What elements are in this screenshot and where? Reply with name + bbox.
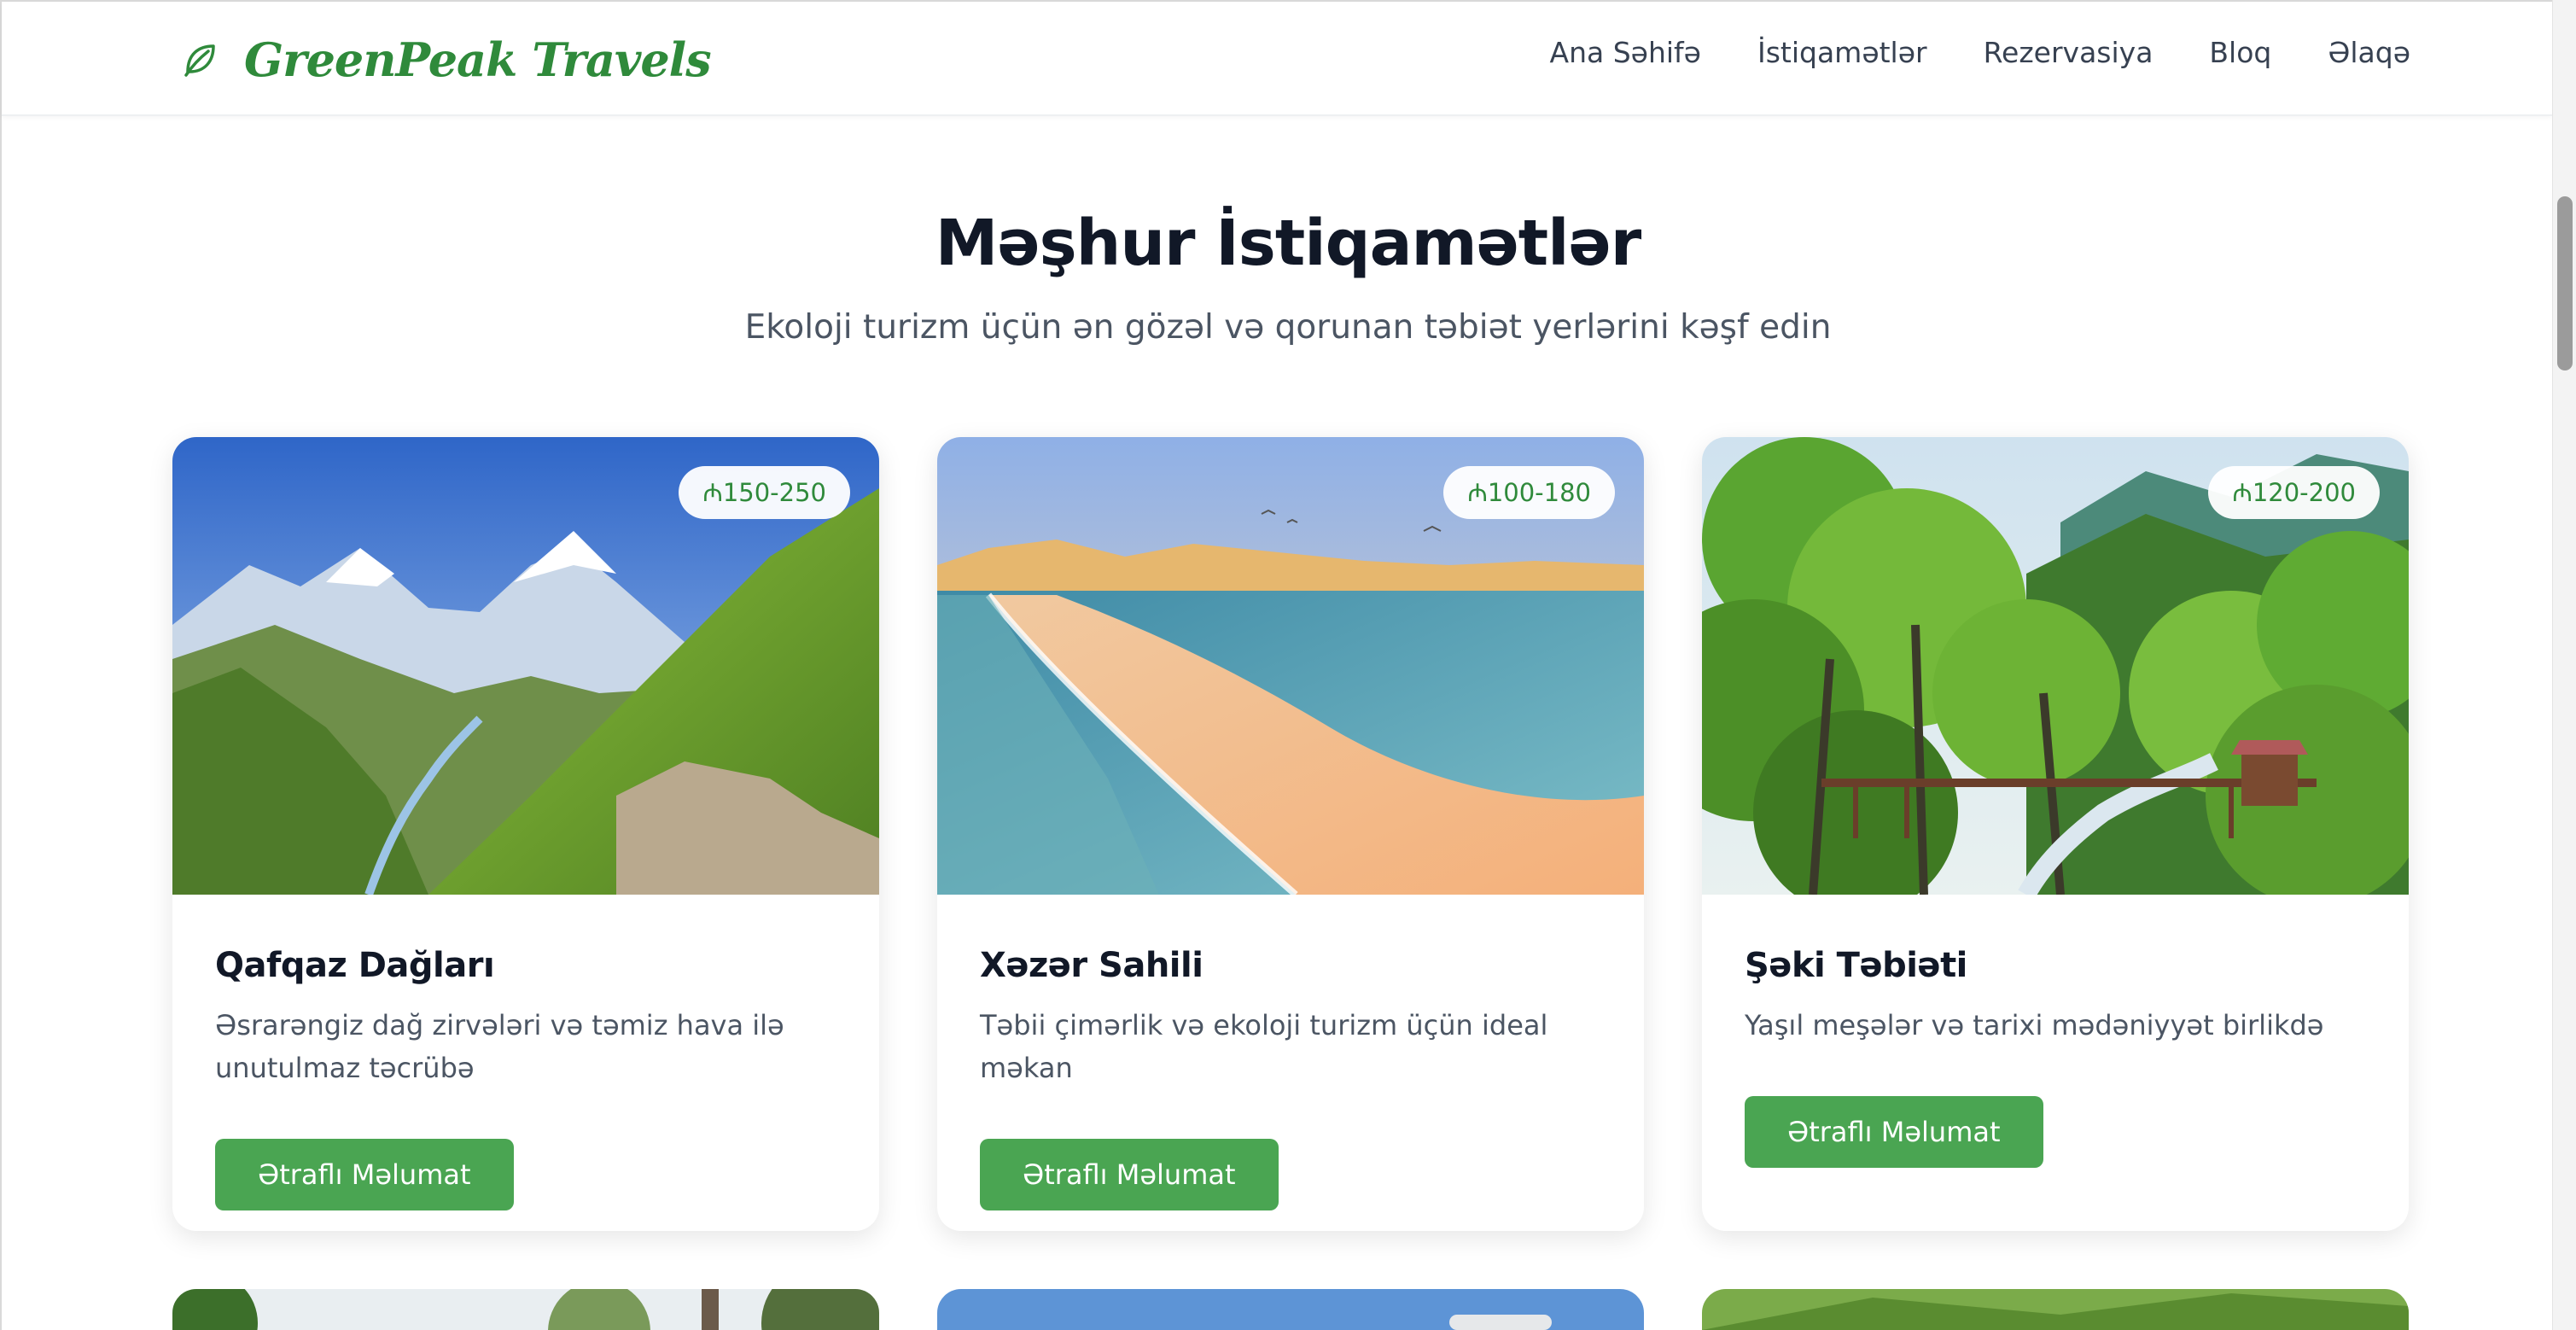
site-header: GreenPeak Travels Ana Səhifə İstiqamətlə… bbox=[2, 2, 2552, 116]
destination-card[interactable]: ₼100-180 Xəzər Sahili Təbii çimərlik və … bbox=[937, 437, 1644, 1231]
next-card-preview bbox=[937, 1289, 1644, 1330]
nav-item-contact[interactable]: Əlaqə bbox=[2328, 36, 2410, 69]
nav-item-reservation[interactable]: Rezervasiya bbox=[1984, 36, 2153, 69]
card-title: Qafqaz Dağları bbox=[215, 946, 495, 985]
details-button[interactable]: Ətraflı Məlumat bbox=[980, 1139, 1279, 1210]
main-nav: Ana Səhifə İstiqamətlər Rezervasiya Bloq… bbox=[1550, 36, 2411, 69]
brand-name[interactable]: GreenPeak Travels bbox=[244, 32, 712, 87]
card-body: Xəzər Sahili Təbii çimərlik və ekoloji t… bbox=[980, 946, 1603, 1210]
card-description: Təbii çimərlik və ekoloji turizm üçün id… bbox=[980, 1009, 1548, 1084]
section-subtitle: Ekoloji turizm üçün ən gözəl və qorunan … bbox=[744, 308, 1832, 347]
lake-image bbox=[937, 1289, 1644, 1330]
leaf-icon bbox=[184, 44, 215, 77]
valley-image bbox=[1702, 1289, 2409, 1330]
price-badge: ₼120-200 bbox=[2208, 466, 2380, 519]
nav-item-destinations[interactable]: İstiqamətlər bbox=[1757, 36, 1927, 69]
window-edge bbox=[0, 0, 2, 1330]
next-card-preview bbox=[1702, 1289, 2409, 1330]
card-title: Şəki Təbiəti bbox=[1745, 946, 1967, 985]
scrollbar[interactable] bbox=[2552, 0, 2576, 1330]
next-card-preview bbox=[172, 1289, 879, 1330]
price-badge: ₼150-250 bbox=[679, 466, 850, 519]
nav-item-blog[interactable]: Bloq bbox=[2209, 36, 2271, 69]
nav-item-home[interactable]: Ana Səhifə bbox=[1550, 36, 1701, 69]
scrollbar-thumb[interactable] bbox=[2557, 196, 2573, 370]
details-button[interactable]: Ətraflı Məlumat bbox=[1745, 1096, 2043, 1168]
card-image: ₼120-200 bbox=[1702, 437, 2409, 895]
destination-card[interactable]: ₼120-200 Şəki Təbiəti Yaşıl meşələr və t… bbox=[1702, 437, 2409, 1231]
section-title: Məşhur İstiqamətlər bbox=[935, 206, 1641, 280]
destination-card[interactable]: ₼150-250 Qafqaz Dağları Əsrarəngiz dağ z… bbox=[172, 437, 879, 1231]
price-badge: ₼100-180 bbox=[1443, 466, 1615, 519]
brand-logo[interactable]: GreenPeak Travels bbox=[179, 27, 712, 92]
card-image: ₼100-180 bbox=[937, 437, 1644, 895]
card-body: Qafqaz Dağları Əsrarəngiz dağ zirvələri … bbox=[215, 946, 838, 1210]
card-description: Əsrarəngiz dağ zirvələri və təmiz hava i… bbox=[215, 1009, 784, 1084]
forest-image bbox=[172, 1289, 879, 1330]
card-body: Şəki Təbiəti Yaşıl meşələr və tarixi məd… bbox=[1745, 946, 2368, 1168]
card-description: Yaşıl meşələr və tarixi mədəniyyət birli… bbox=[1745, 1009, 2324, 1041]
details-button[interactable]: Ətraflı Məlumat bbox=[215, 1139, 514, 1210]
card-title: Xəzər Sahili bbox=[980, 946, 1203, 985]
card-image: ₼150-250 bbox=[172, 437, 879, 895]
